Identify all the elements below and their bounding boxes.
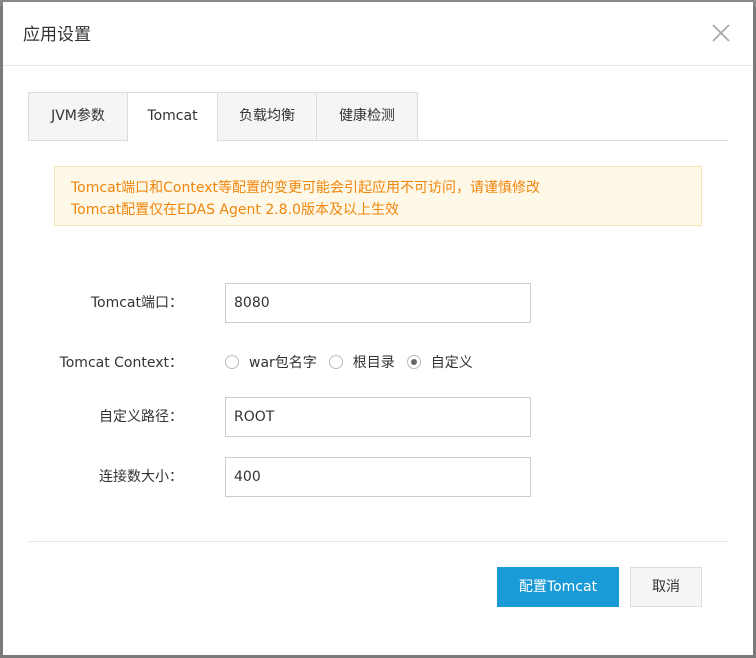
close-icon bbox=[712, 24, 730, 42]
radio-root-dir-circle[interactable] bbox=[328, 355, 343, 369]
custom-path-input[interactable] bbox=[225, 397, 531, 437]
alert-line-1: Tomcat端口和Context等配置的变更可能会引起应用不可访问，请谨慎修改 bbox=[71, 180, 540, 196]
radio-root-dir-label: 根目录 bbox=[352, 355, 395, 371]
radio-war-name-circle[interactable] bbox=[225, 355, 239, 369]
dialog-title: 应用设置 bbox=[23, 25, 91, 45]
configure-tomcat-button[interactable]: 配置Tomcat bbox=[497, 567, 619, 607]
context-label: Tomcat Context： bbox=[59, 355, 183, 371]
radio-custom-label: 自定义 bbox=[430, 355, 473, 371]
context-radio-group: war包名字 根目录 自定义 bbox=[225, 352, 485, 372]
max-connections-label: 连接数大小： bbox=[99, 469, 183, 485]
port-label: Tomcat端口： bbox=[90, 295, 183, 311]
warning-alert: Tomcat端口和Context等配置的变更可能会引起应用不可访问，请谨慎修改 … bbox=[54, 166, 702, 226]
tab-health-check[interactable]: 健康检测 bbox=[316, 92, 418, 141]
footer-divider bbox=[28, 541, 728, 542]
dialog-header: 应用设置 bbox=[3, 2, 753, 66]
max-connections-input[interactable] bbox=[225, 457, 531, 497]
tab-load-balancing[interactable]: 负载均衡 bbox=[217, 92, 317, 141]
tab-jvm-params[interactable]: JVM参数 bbox=[28, 92, 128, 141]
settings-tabs: JVM参数 Tomcat 负载均衡 健康检测 bbox=[28, 92, 728, 142]
cancel-button[interactable]: 取消 bbox=[630, 567, 702, 607]
radio-custom[interactable]: 自定义 bbox=[406, 352, 473, 372]
custom-path-label: 自定义路径： bbox=[99, 409, 183, 425]
radio-custom-circle[interactable] bbox=[406, 355, 421, 369]
port-input[interactable] bbox=[225, 283, 531, 323]
tab-tomcat[interactable]: Tomcat bbox=[127, 92, 218, 142]
radio-war-name[interactable]: war包名字 bbox=[225, 352, 317, 372]
close-button[interactable] bbox=[709, 21, 733, 45]
alert-line-2: Tomcat配置仅在EDAS Agent 2.8.0版本及以上生效 bbox=[71, 202, 399, 218]
radio-war-name-label: war包名字 bbox=[249, 355, 317, 371]
app-settings-dialog: 应用设置 JVM参数 Tomcat 负载均衡 健康检测 Tomcat端口和Con… bbox=[3, 2, 753, 655]
radio-root-dir[interactable]: 根目录 bbox=[328, 352, 395, 372]
